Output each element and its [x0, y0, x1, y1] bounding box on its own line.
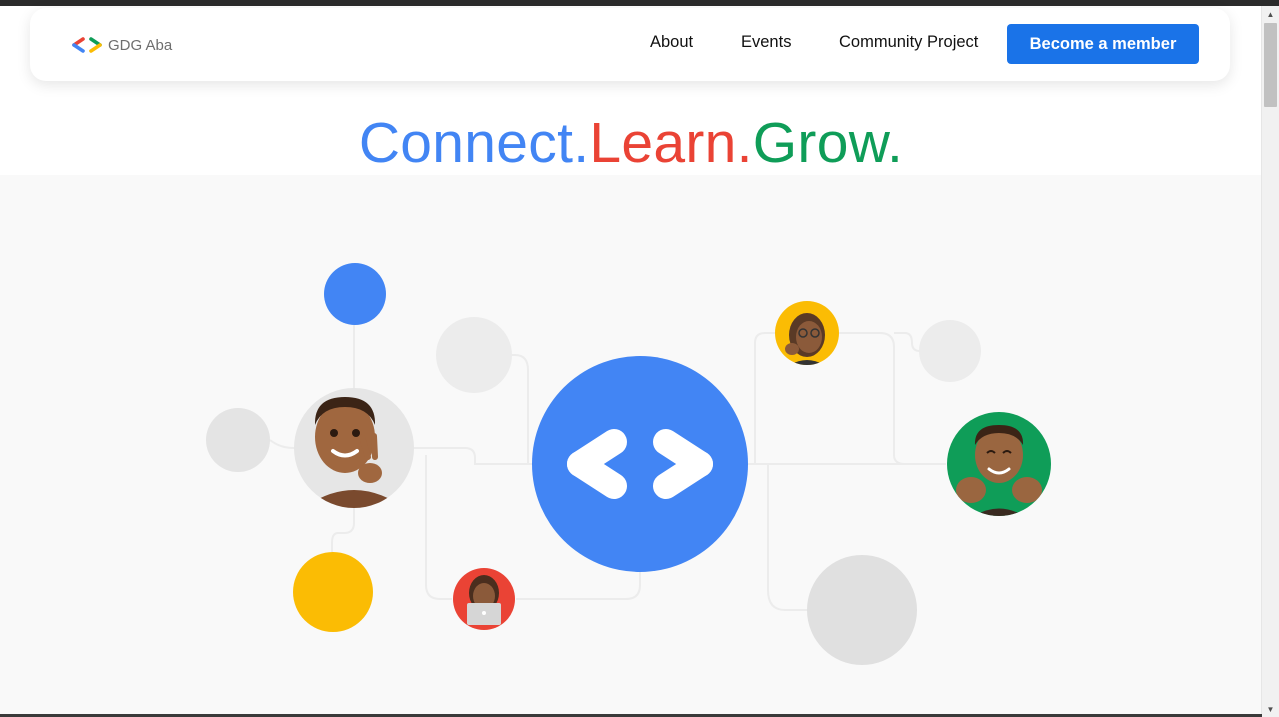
nav-link-about[interactable]: About: [650, 33, 693, 52]
hero-section: [0, 175, 1262, 717]
vertical-scrollbar[interactable]: ▲ ▼: [1261, 6, 1279, 717]
accent-dot-yellow: [293, 552, 373, 632]
decorative-gray-circle: [919, 320, 981, 382]
decorative-gray-circle: [807, 555, 917, 665]
headline-word-learn: Learn.: [589, 111, 753, 175]
brand-logo-link[interactable]: GDG Aba: [70, 35, 172, 55]
brand-name: GDG Aba: [108, 36, 173, 54]
community-network-illustration: [206, 263, 1051, 665]
code-brackets-icon: [532, 356, 748, 572]
scroll-down-arrow-icon[interactable]: ▼: [1262, 701, 1279, 717]
browser-top-edge: [0, 0, 1279, 6]
headline-word-connect: Connect.: [358, 111, 590, 175]
memoji-waving-hands-avatar-icon: [947, 412, 1051, 516]
nav-link-community-project[interactable]: Community Project: [839, 33, 978, 52]
become-member-button[interactable]: Become a member: [1007, 24, 1199, 64]
decorative-gray-circle: [206, 408, 270, 472]
gdg-brackets-logo-icon: [72, 37, 102, 53]
memoji-peace-sign-avatar-icon: [294, 388, 414, 508]
accent-dot-blue: [324, 263, 386, 325]
hero-headline: Connect.Learn.Grow.: [0, 108, 1262, 178]
site-navbar: GDG Aba About Events Community Project B…: [30, 8, 1230, 81]
nav-link-events[interactable]: Events: [741, 33, 791, 52]
memoji-glasses-avatar-icon: [775, 301, 839, 365]
scrollbar-thumb[interactable]: [1264, 23, 1277, 107]
decorative-gray-circle: [436, 317, 512, 393]
scroll-up-arrow-icon[interactable]: ▲: [1262, 6, 1279, 22]
headline-word-grow: Grow.: [752, 111, 904, 175]
memoji-laptop-avatar-icon: [453, 568, 515, 630]
